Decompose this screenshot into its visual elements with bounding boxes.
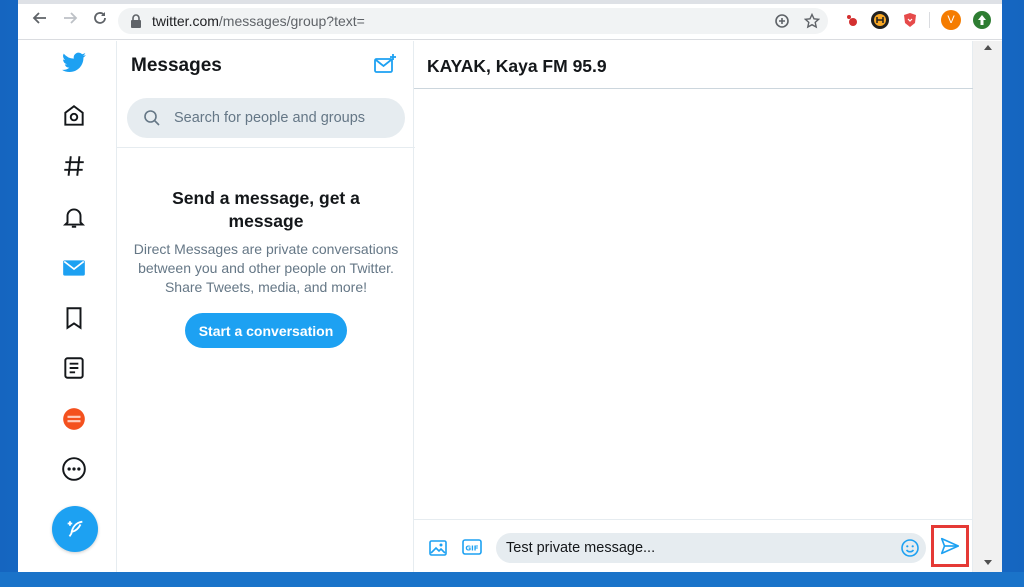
- twitter-bird-icon: [62, 52, 86, 72]
- profile-avatar[interactable]: V: [941, 10, 961, 30]
- message-input-value: Test private message...: [506, 540, 656, 556]
- nav-profile[interactable]: [54, 399, 94, 439]
- send-button[interactable]: [931, 525, 969, 567]
- bookmark-icon: [66, 307, 82, 330]
- nav-explore[interactable]: [54, 146, 94, 186]
- scroll-down-arrow-icon[interactable]: [984, 560, 992, 565]
- nav-more[interactable]: [54, 449, 94, 489]
- new-message-icon[interactable]: [373, 53, 397, 77]
- address-bar[interactable]: twitter.com/messages/group?text=: [118, 8, 828, 34]
- browser-toolbar: twitter.com/messages/group?text= V: [18, 0, 1002, 40]
- messages-header: Messages: [117, 41, 415, 88]
- url-text: twitter.com/messages/group?text=: [152, 13, 365, 29]
- arrow-right-icon: [64, 12, 78, 24]
- nav-home[interactable]: [54, 96, 94, 136]
- scroll-up-arrow-icon[interactable]: [984, 45, 992, 50]
- image-icon[interactable]: [428, 538, 448, 558]
- brave-shield-icon[interactable]: [901, 11, 919, 29]
- url-path: /messages/group?text=: [218, 13, 365, 29]
- url-host: twitter.com: [152, 13, 219, 29]
- emoji-icon[interactable]: [900, 538, 920, 558]
- zoom-icon[interactable]: [774, 13, 790, 29]
- nav-rail: [18, 41, 116, 572]
- bell-icon: [62, 208, 86, 228]
- search-placeholder: Search for people and groups: [174, 110, 366, 126]
- empty-state-title: Send a message, get a message: [172, 188, 360, 231]
- page-scrollbar[interactable]: [973, 41, 1002, 572]
- tab-strip: [18, 0, 1002, 4]
- send-arrow-icon: [940, 537, 960, 555]
- extension-green-icon[interactable]: [973, 11, 991, 29]
- feather-plus-icon: [67, 520, 83, 537]
- empty-state-body: Direct Messages are private conversation…: [133, 241, 399, 295]
- twitter-logo-link[interactable]: [54, 43, 94, 83]
- conversation-divider: [414, 88, 973, 89]
- composer-divider: [414, 519, 973, 520]
- search-input[interactable]: Search for people and groups: [127, 98, 405, 138]
- list-icon: [64, 357, 84, 379]
- arrow-left-icon: [32, 12, 46, 24]
- back-button[interactable]: [30, 10, 50, 30]
- forward-button[interactable]: [60, 10, 80, 30]
- compose-tweet-button[interactable]: [52, 506, 98, 552]
- envelope-icon: [63, 260, 85, 276]
- nav-notifications[interactable]: [54, 197, 94, 237]
- nav-bookmarks[interactable]: [54, 298, 94, 338]
- profile-avatar-icon: [63, 408, 85, 430]
- more-dots-icon: [62, 457, 86, 481]
- twitter-page: Messages Search for people and groups Se…: [18, 41, 1002, 572]
- star-icon[interactable]: [804, 13, 820, 29]
- nav-messages[interactable]: [54, 248, 94, 288]
- nav-lists[interactable]: [54, 348, 94, 388]
- hashtag-icon: [64, 156, 84, 176]
- home-icon: [64, 105, 84, 126]
- reload-button[interactable]: [90, 10, 110, 30]
- extension-honey-icon[interactable]: [871, 11, 889, 29]
- browser-window: twitter.com/messages/group?text= V Messa…: [18, 0, 1002, 572]
- reload-icon: [94, 12, 106, 24]
- svg-text:GIF: GIF: [465, 545, 478, 553]
- messages-list-column: Messages Search for people and groups Se…: [116, 41, 415, 572]
- toolbar-separator: [929, 12, 930, 28]
- lock-icon: [131, 14, 141, 28]
- desktop-bottom-edge: [0, 572, 1024, 587]
- start-conversation-button[interactable]: Start a conversation: [185, 313, 347, 348]
- page-title: Messages: [131, 55, 222, 76]
- gif-icon[interactable]: GIF: [462, 538, 482, 556]
- search-icon: [144, 110, 160, 126]
- list-divider: [117, 147, 415, 148]
- extension-red-icon[interactable]: [843, 11, 861, 29]
- message-input[interactable]: Test private message...: [496, 533, 926, 563]
- conversation-column: KAYAK, Kaya FM 95.9 GIF Test private mes…: [414, 41, 973, 572]
- conversation-title: KAYAK, Kaya FM 95.9: [427, 56, 607, 76]
